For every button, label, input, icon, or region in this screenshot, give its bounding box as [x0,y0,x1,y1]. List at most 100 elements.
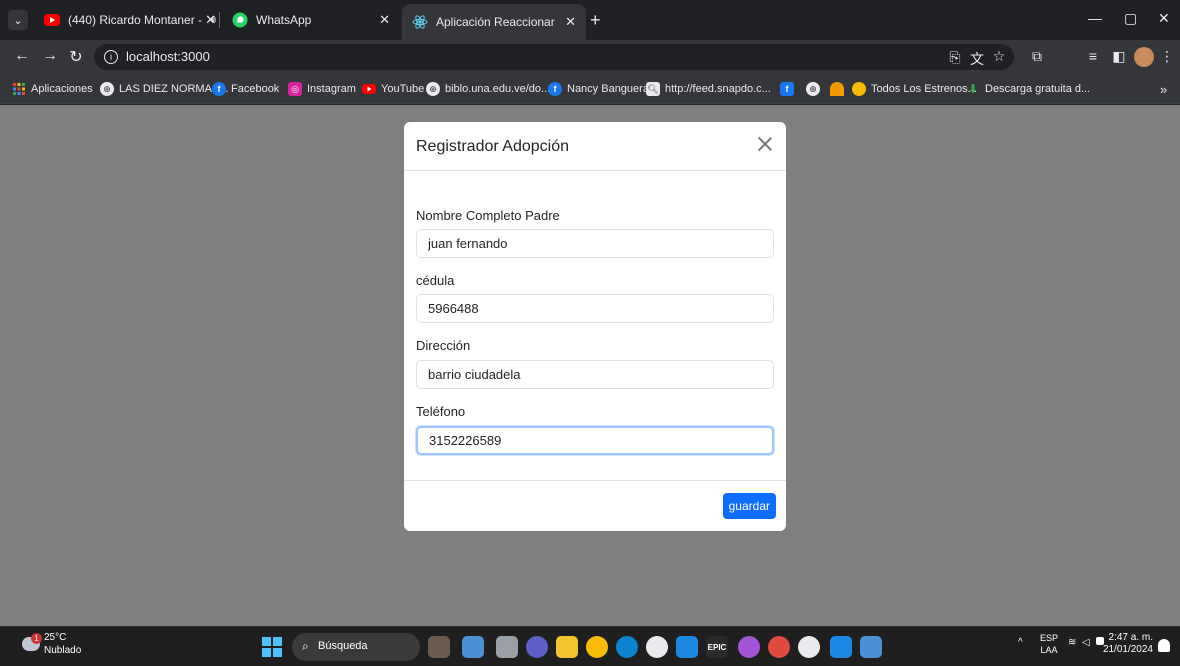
language-indicator[interactable]: ESP LAA [1040,632,1058,656]
chrome-icon[interactable] [586,636,608,658]
adoption-modal: Registrador Adopción Nombre Completo Pad… [404,122,786,531]
translate-icon[interactable]: 文 [968,49,986,69]
bookmark-item[interactable]: ⬇ Descarga gratuita d... [966,81,1090,97]
address-input[interactable] [416,360,774,389]
globe-icon: ⊕ [100,82,114,96]
reload-icon[interactable]: ↻ [66,47,86,67]
facebook-icon: f [780,82,794,96]
bookmark-site-icon-only[interactable] [830,81,849,97]
youtube-icon [44,12,60,28]
tab-react-app[interactable]: Aplicación Reaccionar ✕ [402,4,586,40]
address-bar[interactable]: i localhost:3000 ⎘ 文 ☆ [94,44,1014,70]
page-backdrop: Registrador Adopción Nombre Completo Pad… [0,105,1180,626]
epic-games-icon[interactable]: EPIC [706,636,728,658]
back-icon[interactable]: ← [12,47,32,65]
save-button[interactable]: guardar [722,493,776,519]
forward-icon[interactable]: → [40,47,60,65]
tab-search-chevron-icon[interactable]: ⌄ [8,10,28,30]
extensions-icon[interactable]: ⧉ [1028,48,1046,65]
notification-bell-icon[interactable] [1158,639,1170,652]
bookmark-item[interactable]: f Nancy Banguera [548,81,649,97]
search-label: Búsqueda [318,640,368,652]
bookmark-globe-icon-only[interactable]: ⊕ [806,81,825,97]
modal-footer: guardar [404,480,786,531]
bookmark-item[interactable]: ⊕ LAS DIEZ NORMAS... [100,81,228,97]
label-id-number: cédula [416,273,455,288]
search-icon: ⌕ [302,639,309,653]
parent-name-input[interactable] [416,229,774,258]
weather-alert-badge: 1 [31,633,42,644]
bookmark-facebook-icon-only[interactable]: f [780,81,799,97]
paint-app-icon[interactable] [738,636,760,658]
pacman-icon [852,82,866,96]
reading-list-icon[interactable]: ≡ [1084,48,1102,64]
globe-icon: ⊕ [426,82,440,96]
label-parent-name: Nombre Completo Padre [416,208,560,223]
notepad-icon[interactable] [860,636,882,658]
tab-separator [219,12,220,28]
orange-site-icon [830,82,844,96]
new-tab-button[interactable]: + [590,10,601,30]
bookmark-item[interactable]: Todos Los Estrenos... [852,81,977,97]
profile-avatar[interactable] [1134,47,1154,67]
restore-icon[interactable]: ▢ [1124,10,1137,27]
bookmarks-bar: Aplicaciones ⊕ LAS DIEZ NORMAS... f Face… [0,74,1180,104]
modal-header: Registrador Adopción [404,122,786,171]
close-window-icon[interactable]: ✕ [1158,10,1170,27]
wifi-icon[interactable]: ≋ [1068,637,1076,648]
chrome-profile-icon[interactable] [798,636,820,658]
bookmark-item[interactable]: f Facebook [212,81,279,97]
bookmark-item[interactable]: ◎ Instagram [288,81,356,97]
address-url: localhost:3000 [126,49,210,64]
site-info-icon[interactable]: i [104,50,118,64]
clock[interactable]: 2:47 a. m. 21/01/2024 [1101,632,1153,656]
label-address: Dirección [416,338,471,353]
tab-whatsapp[interactable]: WhatsApp ✕ [222,4,400,36]
task-view-icon[interactable] [496,636,518,658]
app-icon[interactable] [676,636,698,658]
bookmark-item[interactable]: YouTube [362,81,424,97]
edge-icon[interactable] [616,636,638,658]
file-explorer-icon[interactable] [556,636,578,658]
close-tab-icon[interactable]: ✕ [379,12,390,28]
facebook-icon: f [212,82,226,96]
close-icon[interactable] [754,133,776,155]
modal-title: Registrador Adopción [416,138,569,155]
tab-label: (440) Ricardo Montaner - D [68,13,204,27]
menu-kebab-icon[interactable]: ⋮ [1158,48,1176,65]
chat-app-icon[interactable] [526,636,548,658]
more-bookmarks-button[interactable]: » [1160,81,1167,97]
bookmark-item[interactable]: ⊕ biblo.una.edu.ve/do... [426,81,550,97]
app-icon[interactable] [768,636,790,658]
tab-youtube[interactable]: (440) Ricardo Montaner - D 🔊︎ ✕ [34,4,226,36]
widgets-app-icon[interactable] [428,636,450,658]
minimize-icon[interactable]: — [1088,10,1102,26]
show-hidden-icons-icon[interactable]: ^ [1018,637,1023,648]
weather-description: Nublado [44,645,82,656]
vscode-icon[interactable] [830,636,852,658]
browser-tab-strip: ⌄ (440) Ricardo Montaner - D 🔊︎ ✕ WhatsA… [0,0,1180,40]
windows-taskbar: 1 25°C Nublado ⌕ Búsqueda EPIC ^ ESP LAA… [0,626,1180,666]
windows-start-icon[interactable] [262,637,282,657]
close-tab-icon[interactable]: ✕ [205,12,216,28]
browser-toolbar: ← → ↻ i localhost:3000 ⎘ 文 ☆ ⧉ ≡ ◧ ⋮ [0,40,1180,74]
bookmark-item[interactable]: 🔍︎ http://feed.snapdo.c... [646,81,771,97]
bookmark-item[interactable]: Aplicaciones [12,81,93,97]
games-app-icon[interactable] [462,636,484,658]
tab-label: Aplicación Reaccionar [436,15,555,29]
side-panel-icon[interactable]: ◧ [1110,48,1128,65]
bookmark-star-icon[interactable]: ☆ [990,48,1008,65]
label-phone: Teléfono [416,404,466,419]
youtube-icon [362,82,376,96]
cast-icon[interactable]: ⎘ [946,49,964,66]
facebook-icon: f [548,82,562,96]
instagram-icon: ◎ [288,82,302,96]
snapdo-icon: 🔍︎ [646,82,660,96]
phone-input[interactable] [416,426,774,455]
volume-icon[interactable]: ◁ [1082,637,1090,648]
whatsapp-icon [232,12,248,28]
taskbar-search[interactable]: ⌕ Búsqueda [292,633,420,661]
id-number-input[interactable] [416,294,774,323]
close-tab-icon[interactable]: ✕ [565,14,576,30]
chrome-profile-icon[interactable] [646,636,668,658]
